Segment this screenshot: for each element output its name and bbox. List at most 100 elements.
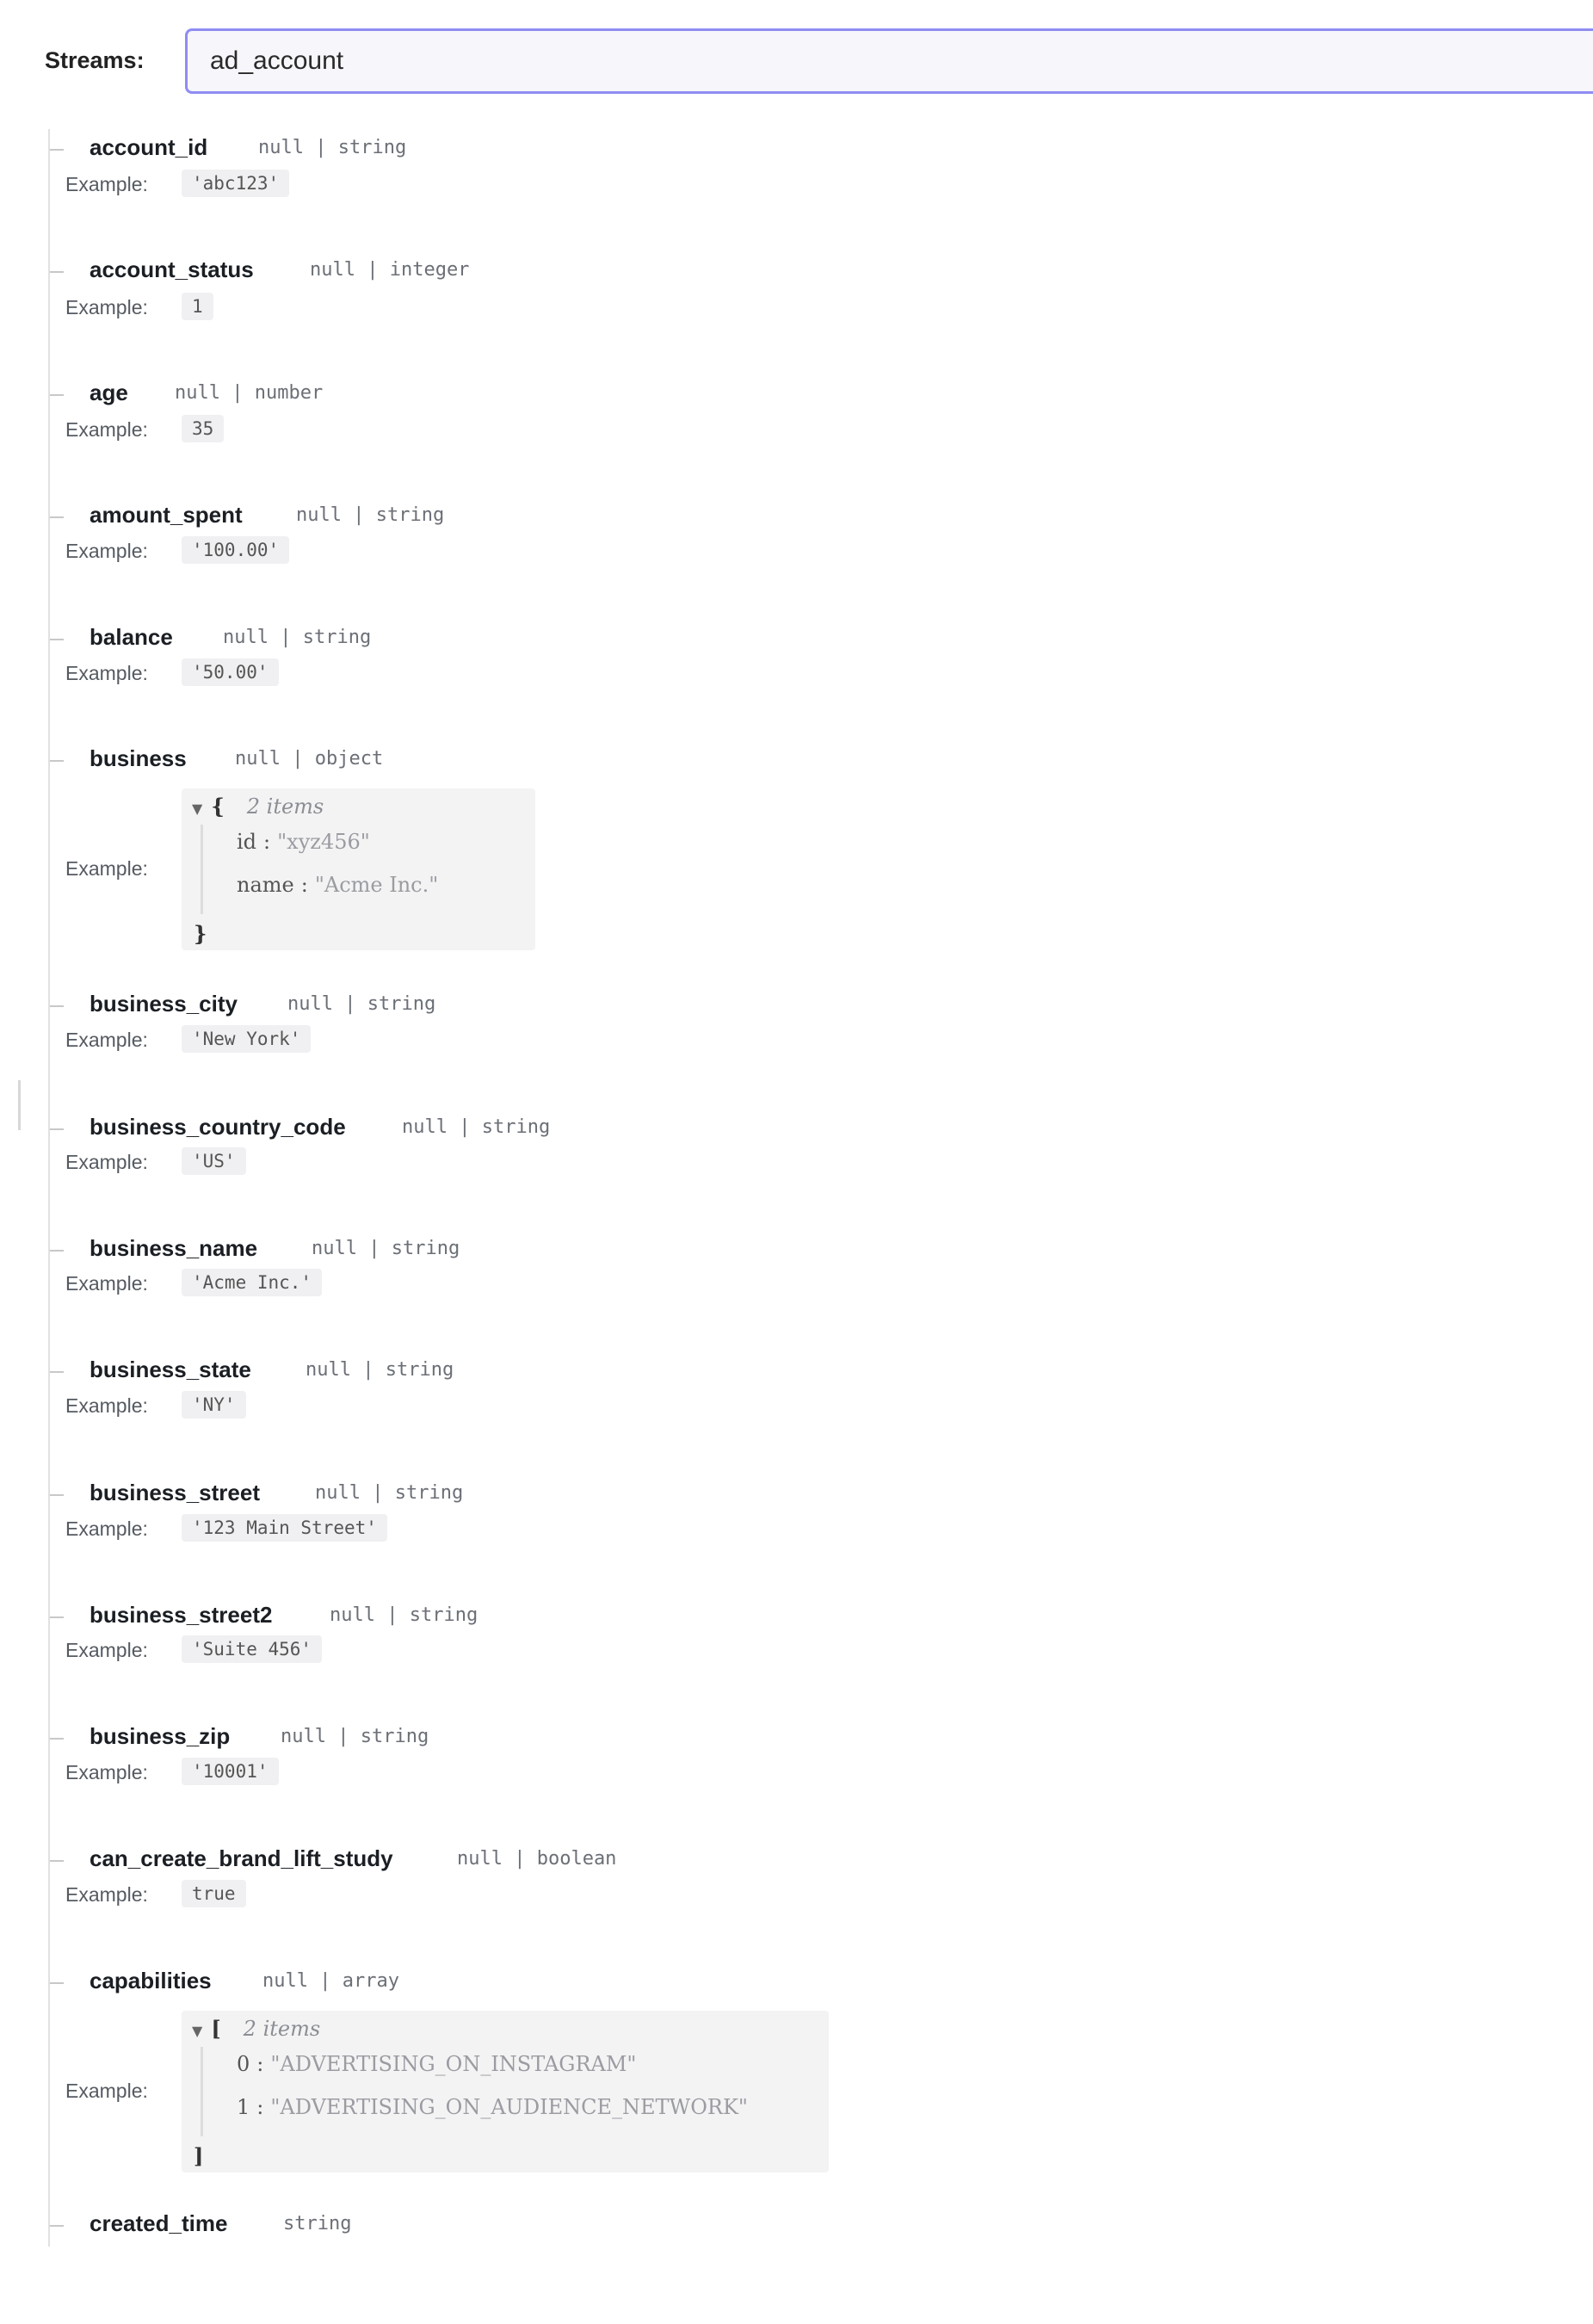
field-name[interactable]: balance [90,624,173,651]
example-value: 'New York' [182,1025,312,1053]
tree-connector [50,760,64,762]
example-label: Example: [65,418,148,441]
example-value: 1 [182,293,213,320]
streams-select-value: ad_account [210,46,344,75]
field-name[interactable]: business_street [90,1480,260,1506]
json-entry: name: "Acme Inc." [237,873,438,897]
tree-connector [50,2225,64,2227]
tree-connector [50,639,64,640]
json-separator: : [300,873,308,897]
field-type: null | string [287,993,436,1015]
field-name[interactable]: can_create_brand_lift_study [90,1845,393,1872]
schema-page: Streams: ad_account account_idnull | str… [0,0,1593,2324]
field-name[interactable]: business_country_code [90,1114,346,1140]
example-label: Example: [65,1883,148,1906]
field-name[interactable]: account_status [90,257,254,283]
field-name[interactable]: age [90,380,128,406]
json-close-bracket: } [194,921,207,946]
field-type: null | string [402,1116,551,1138]
json-separator: : [256,2052,264,2076]
example-label: Example: [65,662,148,684]
field-type: null | string [312,1238,460,1259]
example-label: Example: [65,1761,148,1783]
json-item-count: 2 items [246,794,324,819]
example-value: 'Acme Inc.' [182,1269,323,1296]
example-label: Example: [65,540,148,562]
collapse-caret-icon[interactable]: ▼ [192,2023,202,2039]
json-entry: id: "xyz456" [237,830,370,854]
json-indent-guide [201,825,203,914]
field-type: null | boolean [457,1848,617,1870]
resize-handle[interactable] [18,1080,21,1130]
example-label: Example: [65,1272,148,1295]
field-type: string [283,2213,352,2234]
field-type: null | string [296,504,445,526]
field-name[interactable]: business_street2 [90,1602,272,1629]
json-key: 0 [237,2052,250,2076]
json-value: "ADVERTISING_ON_INSTAGRAM" [270,2052,637,2076]
tree-connector [50,271,64,273]
json-value: "xyz456" [277,830,370,854]
example-label: Example: [65,857,148,880]
tree-connector [50,1982,64,1984]
json-key: id [237,830,257,854]
field-type: null | string [330,1604,479,1626]
field-name[interactable]: amount_spent [90,502,243,528]
field-name[interactable]: business_state [90,1357,251,1383]
example-label: Example: [65,1151,148,1173]
field-name[interactable]: business_zip [90,1723,230,1750]
field-name[interactable]: account_id [90,134,207,161]
field-type: null | string [258,137,407,158]
example-value: true [182,1880,246,1907]
json-header[interactable]: ▼ {2 items [192,794,324,819]
collapse-caret-icon[interactable]: ▼ [192,800,202,817]
example-value: '123 Main Street' [182,1514,387,1542]
tree-connector [50,1616,64,1618]
example-value: 'Suite 456' [182,1635,323,1663]
example-label: Example: [65,2080,148,2102]
tree-connector [50,149,64,151]
example-value: 'abc123' [182,170,290,197]
field-type: null | object [235,748,384,770]
json-entry: 0: "ADVERTISING_ON_INSTAGRAM" [237,2052,636,2076]
tree-guide-line [48,129,50,2247]
json-entry: 1: "ADVERTISING_ON_AUDIENCE_NETWORK" [237,2095,748,2119]
tree-connector [50,1005,64,1007]
tree-connector [50,1250,64,1252]
field-type: null | string [306,1359,454,1381]
json-key: 1 [237,2095,250,2119]
example-value: 35 [182,415,225,442]
example-value: 'NY' [182,1391,246,1419]
field-name[interactable]: created_time [90,2210,227,2237]
json-separator: : [263,830,271,854]
example-label: Example: [65,1639,148,1661]
json-open-bracket: { [211,794,225,819]
json-close-bracket: ] [194,2143,204,2168]
field-name[interactable]: business_name [90,1235,257,1262]
example-label: Example: [65,296,148,318]
example-label: Example: [65,173,148,195]
tree-connector [50,1738,64,1740]
example-label: Example: [65,1394,148,1417]
tree-connector [50,1494,64,1496]
tree-connector [50,1128,64,1130]
field-name[interactable]: business [90,745,187,772]
tree-connector [50,1371,64,1373]
field-name[interactable]: business_city [90,991,238,1017]
json-open-bracket: [ [211,2016,221,2041]
json-value: "ADVERTISING_ON_AUDIENCE_NETWORK" [270,2095,748,2119]
example-label: Example: [65,1029,148,1051]
field-type: null | array [262,1970,399,1992]
json-key: name [237,873,294,897]
example-value: '10001' [182,1758,279,1785]
field-type: null | string [281,1726,429,1747]
json-item-count: 2 items [243,2017,321,2041]
field-type: null | number [175,382,324,404]
field-name[interactable]: capabilities [90,1968,212,1994]
json-header[interactable]: ▼ [2 items [192,2016,320,2041]
example-json-viewer: ▼ [2 items 0: "ADVERTISING_ON_INSTAGRAM" 1: "… [182,2011,829,2173]
field-type: null | string [315,1482,464,1504]
streams-label: Streams: [45,47,145,73]
example-value: '50.00' [182,658,279,686]
streams-select[interactable]: ad_account [185,28,1593,94]
